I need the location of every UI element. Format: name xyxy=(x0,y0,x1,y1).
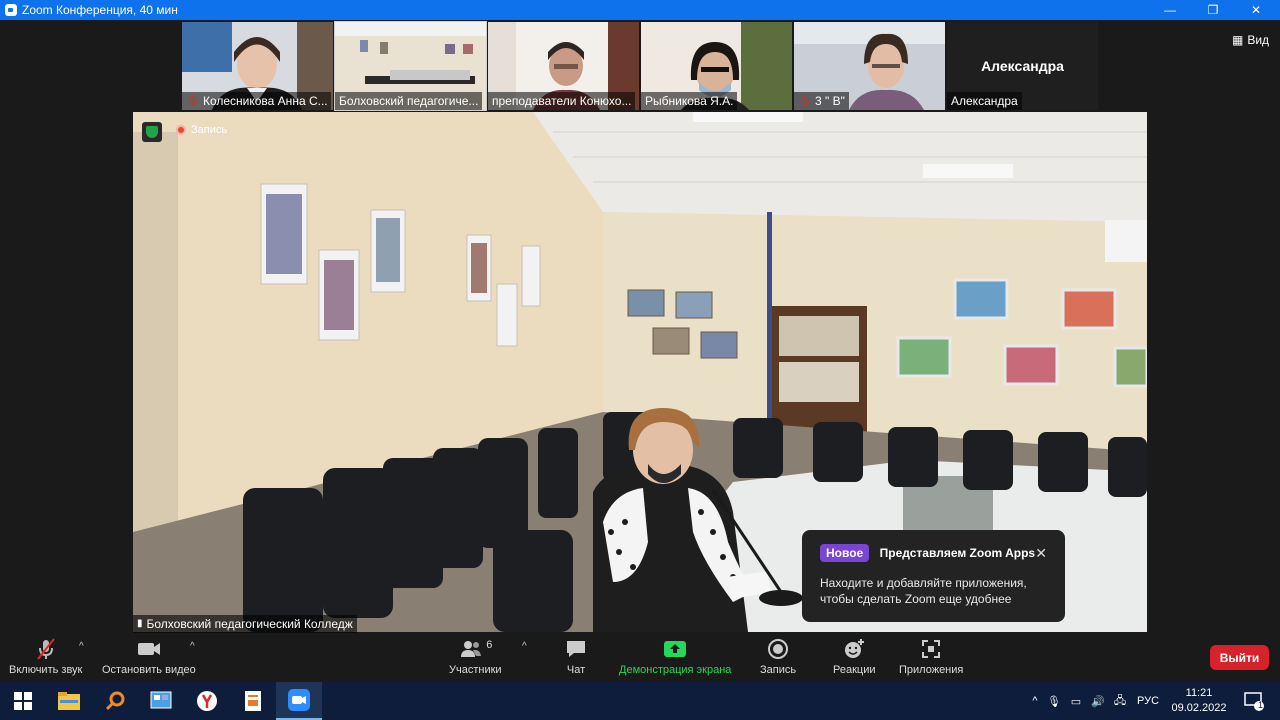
notification-count: 1 xyxy=(1258,700,1264,710)
stop-video-label: Остановить видео xyxy=(102,664,196,676)
chat-bubble-icon xyxy=(564,637,588,661)
participant-name: 3 " В" xyxy=(814,94,845,108)
clock[interactable]: 11:21 09.02.2022 xyxy=(1168,686,1230,716)
notification-body: Находите и добавляйте приложения, чтобы … xyxy=(820,576,1027,606)
grid-view-icon: ▦ xyxy=(1232,33,1244,47)
smiley-plus-icon xyxy=(842,637,866,661)
participant-tile[interactable]: 🎙 3 " В" xyxy=(794,22,945,110)
participant-tile[interactable]: Болховский педагогиче... xyxy=(334,21,487,111)
notification-center-icon[interactable]: 1 xyxy=(1234,682,1274,720)
speaker-name-text: Болховский педагогический Колледж xyxy=(146,617,353,631)
participant-name: Болховский педагогиче... xyxy=(339,94,479,108)
participants-button[interactable]: 6 Участники xyxy=(449,637,502,676)
tray-expand-icon[interactable]: ^ xyxy=(1027,695,1043,707)
leave-meeting-button[interactable]: Выйти xyxy=(1210,645,1269,670)
zoom-taskbar-icon[interactable] xyxy=(276,682,322,720)
reactions-label: Реакции xyxy=(833,664,876,676)
windows-taskbar: ^ 🎙 ▭ 🔊 🖧 РУС 11:21 09.02.2022 1 xyxy=(0,682,1280,720)
close-window-button[interactable]: ✕ xyxy=(1236,0,1276,20)
record-icon xyxy=(766,637,790,661)
participant-name: преподаватели Конюхо... xyxy=(492,94,632,108)
signal-bars-icon: ▮ xyxy=(137,618,143,629)
yandex-browser-icon[interactable] xyxy=(184,682,230,720)
zoom-apps-notification: Новое Представляем Zoom Apps ✕ Находите … xyxy=(802,530,1065,622)
security-shield-icon[interactable] xyxy=(142,122,162,142)
network-icon[interactable]: 🖧 xyxy=(1109,692,1131,711)
mic-muted-icon: 🎙 xyxy=(798,95,812,107)
video-options-caret-icon[interactable]: ^ xyxy=(190,641,195,652)
mic-muted-icon: 🎙 xyxy=(186,95,200,107)
minimize-button[interactable]: ― xyxy=(1150,0,1190,20)
speaker-name-label: ▮ Болховский педагогический Колледж xyxy=(133,615,357,633)
chat-label: Чат xyxy=(566,664,586,676)
microphone-tray-icon[interactable]: 🎙 xyxy=(1043,695,1065,708)
stop-video-button[interactable]: Остановить видео xyxy=(102,637,196,676)
control-panel-icon[interactable] xyxy=(138,682,184,720)
apps-label: Приложения xyxy=(899,664,964,676)
video-camera-icon xyxy=(136,637,162,661)
chat-button[interactable]: Чат xyxy=(564,637,588,676)
notification-title: Представляем Zoom Apps xyxy=(879,546,1036,560)
apps-icon xyxy=(919,637,943,661)
record-label: Запись xyxy=(760,664,797,676)
meeting-toolbar: Включить звук ^ Остановить видео ^ 6 Уча… xyxy=(0,633,1280,682)
participant-tile[interactable]: Александра Александра xyxy=(947,22,1098,110)
reactions-button[interactable]: Реакции xyxy=(833,637,876,676)
participant-strip: 🎙 Колесникова Анна С... Болховский педаго… xyxy=(182,21,1098,111)
close-notification-icon[interactable]: ✕ xyxy=(1035,545,1047,562)
record-button[interactable]: Запись xyxy=(760,637,796,676)
microphone-muted-icon xyxy=(34,637,58,661)
unmute-label: Включить звук xyxy=(9,664,83,676)
apps-button[interactable]: Приложения xyxy=(899,637,963,676)
participants-options-caret-icon[interactable]: ^ xyxy=(522,641,527,652)
title-bar: Zoom Конференция, 40 мин ― ❐ ✕ xyxy=(0,0,1280,20)
participant-avatar-name: Александра xyxy=(981,58,1064,74)
system-tray: ^ 🎙 ▭ 🔊 🖧 РУС xyxy=(1027,682,1159,720)
new-badge: Новое xyxy=(820,544,870,562)
battery-icon[interactable]: ▭ xyxy=(1065,695,1087,708)
share-screen-button[interactable]: Демонстрация экрана xyxy=(619,637,731,676)
participant-name: Колесникова Анна С... xyxy=(202,94,328,108)
participant-tile[interactable]: 🎙 Колесникова Анна С... xyxy=(182,22,333,110)
unmute-button[interactable]: Включить звук xyxy=(9,637,82,676)
input-language[interactable]: РУС xyxy=(1137,695,1159,707)
restore-button[interactable]: ❐ xyxy=(1193,0,1233,20)
participants-count: 6 xyxy=(486,639,493,651)
zoom-logo-icon xyxy=(5,4,17,16)
windows-start-icon[interactable] xyxy=(0,682,46,720)
recording-label: Запись xyxy=(191,124,228,136)
share-screen-label: Демонстрация экрана xyxy=(619,664,732,676)
recording-indicator: Запись xyxy=(176,124,227,136)
view-button[interactable]: ▦ Вид xyxy=(1232,33,1269,47)
document-app-icon[interactable] xyxy=(230,682,276,720)
file-explorer-icon[interactable] xyxy=(46,682,92,720)
recording-dot-icon xyxy=(176,125,186,135)
volume-icon[interactable]: 🔊 xyxy=(1087,695,1109,708)
clock-date: 09.02.2022 xyxy=(1171,702,1227,714)
clock-time: 11:21 xyxy=(1185,687,1213,699)
participants-icon: 6 xyxy=(458,637,492,661)
participant-name: Александра xyxy=(951,94,1018,108)
view-button-label: Вид xyxy=(1247,33,1270,47)
participant-tile[interactable]: преподаватели Конюхо... xyxy=(488,22,639,110)
audio-options-caret-icon[interactable]: ^ xyxy=(79,641,84,652)
share-screen-icon xyxy=(663,637,687,661)
participant-tile[interactable]: Рыбникова Я.А. xyxy=(641,22,792,110)
participant-name: Рыбникова Я.А. xyxy=(645,94,734,108)
search-app-icon[interactable] xyxy=(92,682,138,720)
window-title: Zoom Конференция, 40 мин xyxy=(22,3,178,17)
participants-label: Участники xyxy=(449,664,502,676)
